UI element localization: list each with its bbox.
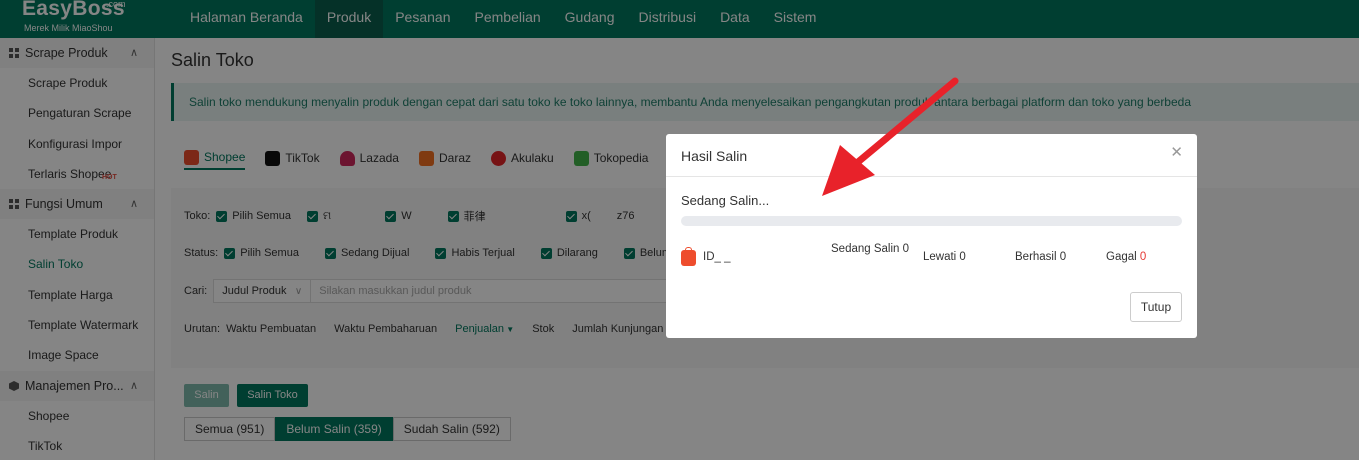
annotation-arrow (822, 77, 959, 196)
arrow-shaft (854, 77, 959, 166)
